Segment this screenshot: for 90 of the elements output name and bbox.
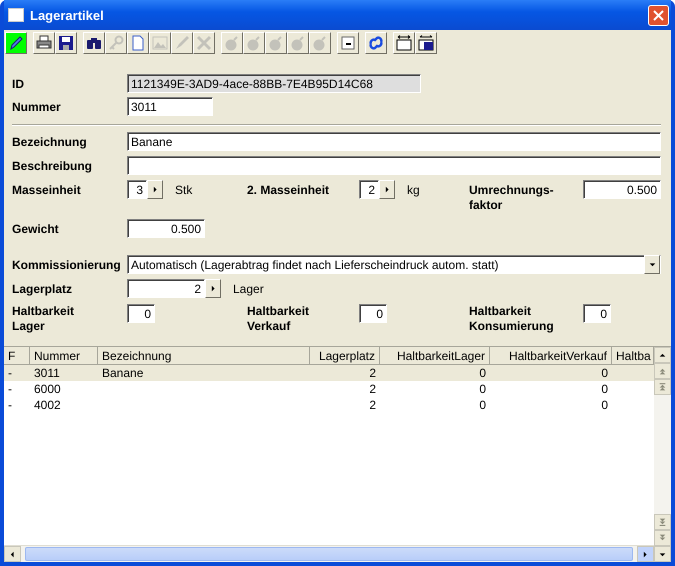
table-row[interactable]: - 3011 Banane 2 0 0 (4, 365, 654, 381)
table-cell-text: 2 (368, 381, 377, 397)
number-field[interactable]: 0.500 (583, 180, 661, 199)
minimize-icon (340, 35, 356, 51)
close-icon (653, 10, 664, 20)
field-label: Gewicht (12, 221, 60, 237)
fit-save-icon (418, 35, 434, 51)
table-cell-text: 0 (600, 381, 609, 397)
table-cell-text: 2 (368, 365, 377, 381)
number-field[interactable]: 2 (359, 180, 379, 199)
double-arrow-down-icon (658, 533, 667, 543)
field-label: Haltbarkeit Verkauf (247, 303, 310, 334)
dropdown-button[interactable] (644, 255, 660, 274)
toolbar-button[interactable] (83, 32, 105, 54)
pencil-icon (8, 35, 24, 51)
link-icon (368, 35, 384, 51)
picture-icon (152, 35, 168, 51)
table-cell-text: 0 (478, 365, 487, 381)
table-cell-text: 3011 (33, 365, 61, 381)
field-label: Lagerplatz (12, 281, 74, 297)
field-label: Haltbarkeit Lager (12, 303, 76, 334)
printer-icon (36, 35, 52, 51)
toolbar-button[interactable] (33, 32, 55, 54)
unit-label: Lager (232, 281, 264, 296)
field-label: Masseinheit (12, 182, 82, 198)
last-record-button[interactable] (654, 514, 671, 530)
close-button[interactable] (648, 4, 669, 26)
delete-icon (196, 35, 212, 51)
number-field[interactable]: 3011 (127, 97, 213, 116)
dropdown-field[interactable]: Automatisch (Lagerabtrag findet nach Lieferscheindruck autom. statt) (127, 255, 661, 274)
table-cell-text: 0 (600, 397, 609, 413)
number-field[interactable]: 3 (127, 180, 147, 199)
table-cell-text: 0 (478, 397, 487, 413)
first-record-button[interactable] (654, 379, 671, 395)
field-label: Beschreibung (12, 158, 94, 174)
scroll-down-button[interactable] (654, 546, 671, 562)
text-field[interactable] (127, 156, 661, 175)
table-cell-text: 0 (478, 381, 487, 397)
number-field[interactable]: 0 (127, 304, 155, 323)
double-arrow-up-icon (658, 382, 667, 392)
select-button[interactable] (379, 180, 395, 199)
bomb-icon (224, 35, 240, 51)
bomb-icon (290, 35, 306, 51)
toolbar-button[interactable] (337, 32, 359, 54)
toolbar-button[interactable] (393, 32, 415, 54)
document-icon (130, 35, 146, 51)
pen-icon (174, 35, 190, 51)
toolbar-button[interactable] (415, 32, 437, 54)
window-title: Lagerartikel (30, 8, 105, 22)
unit-label: kg (406, 182, 420, 197)
fit-width-icon (396, 35, 412, 51)
double-arrow-down-icon (658, 517, 667, 527)
field-label: ID (12, 76, 25, 92)
table-cell-text: - (7, 381, 13, 397)
table-cell-text: - (7, 397, 13, 413)
field-label: Nummer (12, 99, 62, 115)
table-cell-text: 4002 (33, 397, 62, 413)
scroll-right-button[interactable] (637, 546, 654, 562)
field-label: Haltbarkeit Konsumierung (469, 303, 555, 334)
field-label: Umrechnungs-faktor (469, 182, 555, 213)
toolbar-button[interactable] (55, 32, 77, 54)
scroll-left-button[interactable] (4, 546, 21, 562)
id-field[interactable]: 1121349E-3AD9-4ace-88BB-7E4B95D14C68 (127, 74, 421, 93)
number-field[interactable]: 0 (583, 304, 611, 323)
number-field[interactable]: 2 (127, 279, 205, 298)
toolbar-button[interactable] (365, 32, 387, 54)
scrollbar-thumb[interactable] (25, 547, 633, 561)
toolbar-button[interactable] (5, 32, 27, 54)
table-cell-text: 6000 (33, 381, 62, 397)
number-field[interactable]: 0 (359, 304, 387, 323)
field-label: 2. Masseinheit (247, 182, 330, 198)
text-field[interactable]: Banane (127, 132, 661, 151)
select-button[interactable] (147, 180, 163, 199)
bomb-icon (268, 35, 284, 51)
scroll-up-button[interactable] (654, 347, 671, 363)
number-field[interactable]: 0.500 (127, 219, 205, 238)
table-cell-text: 0 (600, 365, 609, 381)
window-icon (8, 8, 24, 22)
table-cell-text: Banane (101, 365, 144, 381)
bomb-icon (246, 35, 262, 51)
binoculars-icon (86, 35, 102, 51)
unit-label: Stk (174, 182, 192, 197)
field-label: Kommissionierung (12, 257, 122, 273)
table-cell-text: 2 (368, 397, 377, 413)
table-cell-text: - (7, 365, 13, 381)
bomb-icon (312, 35, 328, 51)
select-button[interactable] (205, 279, 221, 298)
double-arrow-up-icon (658, 366, 667, 376)
field-label: Bezeichnung (12, 134, 88, 150)
key-icon (108, 35, 124, 51)
